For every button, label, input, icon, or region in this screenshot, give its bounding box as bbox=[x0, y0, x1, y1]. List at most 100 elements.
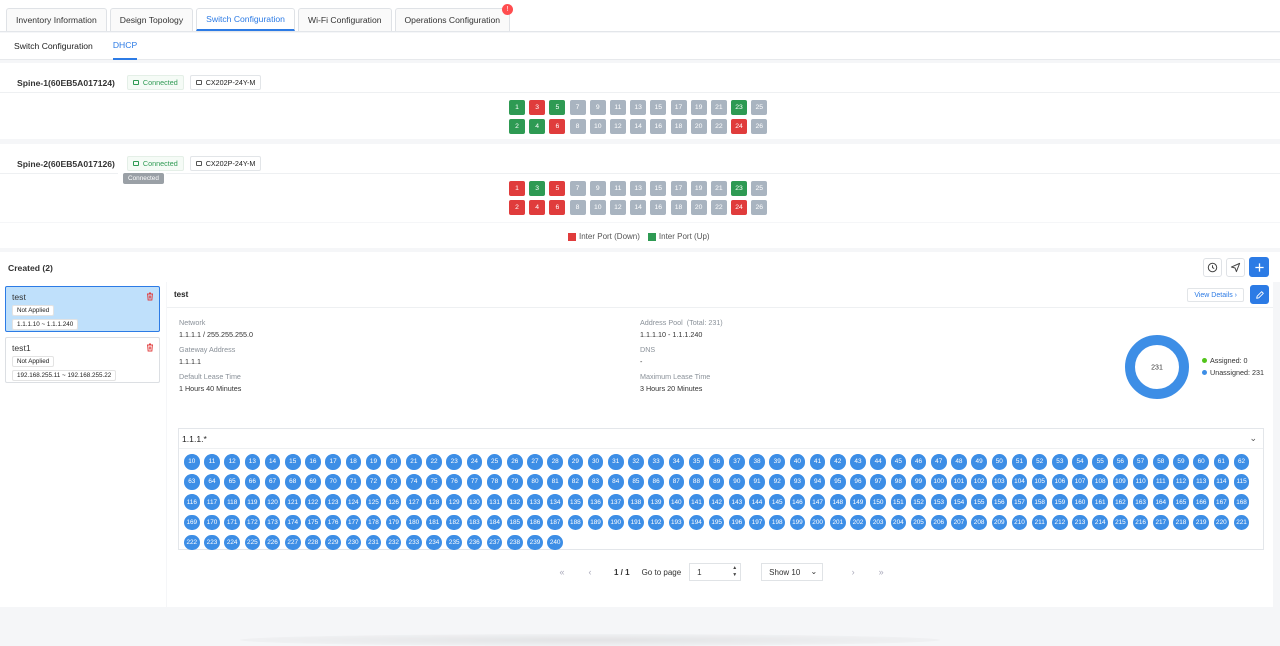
tab-wi-fi-configuration[interactable]: Wi-Fi Configuration bbox=[297, 8, 392, 31]
ip-address-222[interactable]: 222 bbox=[184, 534, 200, 551]
ip-address-143[interactable]: 143 bbox=[729, 494, 745, 510]
port-3[interactable]: 3 bbox=[529, 100, 546, 115]
tab-inventory-information[interactable]: Inventory Information bbox=[6, 8, 107, 31]
ip-address-44[interactable]: 44 bbox=[870, 454, 886, 470]
ip-address-197[interactable]: 197 bbox=[749, 514, 765, 531]
tab-design-topology[interactable]: Design Topology bbox=[109, 8, 194, 31]
ip-address-80[interactable]: 80 bbox=[527, 474, 543, 490]
ip-address-75[interactable]: 75 bbox=[426, 474, 442, 490]
port-6[interactable]: 6 bbox=[549, 119, 566, 134]
port-13[interactable]: 13 bbox=[630, 100, 647, 115]
ip-address-18[interactable]: 18 bbox=[345, 454, 362, 470]
ip-address-145[interactable]: 145 bbox=[769, 494, 786, 510]
ip-address-45[interactable]: 45 bbox=[890, 454, 907, 470]
port-6[interactable]: 6 bbox=[549, 200, 566, 215]
port-23[interactable]: 23 bbox=[731, 181, 748, 196]
stepper-icon[interactable]: ▲ ▼ bbox=[732, 565, 737, 579]
port-16[interactable]: 16 bbox=[650, 119, 667, 134]
ip-address-83[interactable]: 83 bbox=[587, 474, 604, 490]
subtab-switch-configuration[interactable]: Switch Configuration bbox=[14, 33, 93, 60]
ip-address-152[interactable]: 152 bbox=[910, 494, 927, 510]
ip-address-114[interactable]: 114 bbox=[1213, 474, 1230, 490]
ip-address-20[interactable]: 20 bbox=[385, 454, 402, 470]
ip-address-200[interactable]: 200 bbox=[809, 514, 826, 531]
ip-address-214[interactable]: 214 bbox=[1092, 514, 1109, 531]
ip-address-193[interactable]: 193 bbox=[668, 514, 685, 531]
ip-address-12[interactable]: 12 bbox=[224, 454, 240, 470]
port-17[interactable]: 17 bbox=[670, 100, 687, 115]
ip-address-119[interactable]: 119 bbox=[244, 494, 261, 510]
ip-address-30[interactable]: 30 bbox=[587, 454, 604, 470]
ip-address-211[interactable]: 211 bbox=[1031, 514, 1048, 531]
ip-address-40[interactable]: 40 bbox=[789, 454, 806, 470]
ip-address-147[interactable]: 147 bbox=[809, 494, 826, 510]
port-7[interactable]: 7 bbox=[569, 100, 586, 115]
ip-address-59[interactable]: 59 bbox=[1173, 454, 1189, 470]
ip-address-16[interactable]: 16 bbox=[305, 454, 321, 470]
port-21[interactable]: 21 bbox=[710, 100, 727, 115]
ip-address-98[interactable]: 98 bbox=[890, 474, 907, 490]
port-23[interactable]: 23 bbox=[731, 100, 748, 115]
ip-address-113[interactable]: 113 bbox=[1193, 474, 1209, 490]
ip-address-154[interactable]: 154 bbox=[951, 494, 967, 510]
ip-address-89[interactable]: 89 bbox=[708, 474, 725, 490]
ip-address-196[interactable]: 196 bbox=[729, 514, 745, 531]
ip-address-123[interactable]: 123 bbox=[325, 494, 341, 510]
chevron-down-icon[interactable]: ⌄ bbox=[1249, 433, 1257, 444]
ip-address-151[interactable]: 151 bbox=[890, 494, 907, 510]
ip-address-218[interactable]: 218 bbox=[1173, 514, 1189, 531]
goto-page-input[interactable]: 1 ▲ ▼ bbox=[689, 563, 742, 581]
ip-address-124[interactable]: 124 bbox=[345, 494, 362, 510]
ip-address-103[interactable]: 103 bbox=[991, 474, 1008, 490]
ip-address-28[interactable]: 28 bbox=[547, 454, 563, 470]
ip-address-88[interactable]: 88 bbox=[688, 474, 705, 490]
ip-address-19[interactable]: 19 bbox=[365, 454, 382, 470]
ip-address-34[interactable]: 34 bbox=[668, 454, 685, 470]
ip-address-26[interactable]: 26 bbox=[507, 454, 523, 470]
port-22[interactable]: 22 bbox=[710, 200, 727, 215]
tab-switch-configuration[interactable]: Switch Configuration bbox=[196, 8, 295, 31]
port-4[interactable]: 4 bbox=[529, 119, 546, 134]
ip-address-36[interactable]: 36 bbox=[708, 454, 725, 470]
ip-address-35[interactable]: 35 bbox=[688, 454, 705, 470]
ip-address-185[interactable]: 185 bbox=[507, 514, 523, 531]
ip-address-234[interactable]: 234 bbox=[426, 534, 442, 551]
port-1[interactable]: 1 bbox=[509, 181, 525, 196]
ip-address-126[interactable]: 126 bbox=[385, 494, 402, 510]
ip-address-131[interactable]: 131 bbox=[486, 494, 503, 510]
ip-address-39[interactable]: 39 bbox=[769, 454, 786, 470]
history-button[interactable] bbox=[1203, 258, 1222, 277]
ip-address-58[interactable]: 58 bbox=[1153, 454, 1169, 470]
port-9[interactable]: 9 bbox=[589, 181, 606, 196]
ip-address-56[interactable]: 56 bbox=[1112, 454, 1129, 470]
ip-address-236[interactable]: 236 bbox=[466, 534, 483, 551]
prev-page-button[interactable]: ‹ bbox=[580, 563, 600, 581]
ip-address-138[interactable]: 138 bbox=[628, 494, 644, 510]
ip-address-204[interactable]: 204 bbox=[890, 514, 907, 531]
ip-address-93[interactable]: 93 bbox=[789, 474, 806, 490]
ip-address-22[interactable]: 22 bbox=[426, 454, 442, 470]
ip-address-47[interactable]: 47 bbox=[930, 454, 947, 470]
ip-address-94[interactable]: 94 bbox=[809, 474, 826, 490]
ip-address-77[interactable]: 77 bbox=[466, 474, 483, 490]
ip-address-106[interactable]: 106 bbox=[1052, 474, 1068, 490]
ip-address-107[interactable]: 107 bbox=[1072, 474, 1088, 490]
ip-address-53[interactable]: 53 bbox=[1052, 454, 1068, 470]
page-size-select[interactable]: Show 10 ⌄ bbox=[761, 563, 824, 581]
ip-address-27[interactable]: 27 bbox=[527, 454, 543, 470]
port-26[interactable]: 26 bbox=[751, 200, 768, 215]
ip-address-233[interactable]: 233 bbox=[406, 534, 422, 551]
ip-address-238[interactable]: 238 bbox=[507, 534, 523, 551]
ip-address-216[interactable]: 216 bbox=[1132, 514, 1149, 531]
ip-address-215[interactable]: 215 bbox=[1112, 514, 1129, 531]
port-22[interactable]: 22 bbox=[710, 119, 727, 134]
ip-address-85[interactable]: 85 bbox=[628, 474, 644, 490]
ip-address-112[interactable]: 112 bbox=[1173, 474, 1189, 490]
ip-address-87[interactable]: 87 bbox=[668, 474, 685, 490]
ip-address-64[interactable]: 64 bbox=[204, 474, 220, 490]
port-25[interactable]: 25 bbox=[751, 100, 768, 115]
ip-address-76[interactable]: 76 bbox=[446, 474, 463, 490]
ip-address-31[interactable]: 31 bbox=[607, 454, 624, 470]
ip-address-224[interactable]: 224 bbox=[224, 534, 240, 551]
ip-address-210[interactable]: 210 bbox=[1011, 514, 1028, 531]
